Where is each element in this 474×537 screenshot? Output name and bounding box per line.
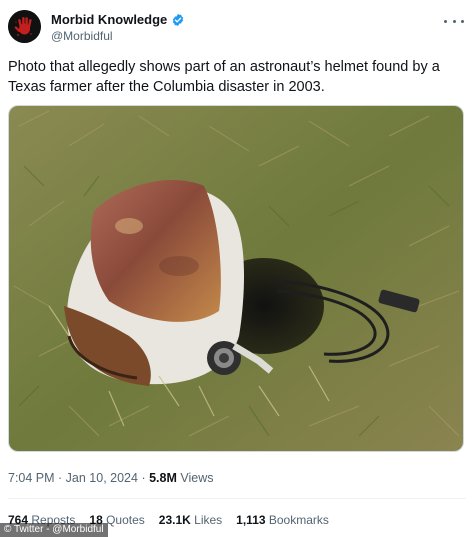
more-options-button[interactable] (444, 14, 464, 28)
bookmarks-stat[interactable]: 1,113 Bookmarks (236, 513, 329, 527)
avatar[interactable] (8, 10, 41, 43)
divider (8, 498, 466, 499)
bookmarks-label: Bookmarks (265, 513, 329, 527)
views-label: Views (176, 471, 214, 485)
quotes-label: Quotes (102, 513, 145, 527)
author-name[interactable]: Morbid Knowledge (51, 12, 167, 27)
author-handle[interactable]: @Morbidful (51, 29, 113, 43)
tweet-text: Photo that allegedly shows part of an as… (8, 59, 440, 95)
likes-stat[interactable]: 23.1K Likes (159, 513, 222, 527)
likes-count: 23.1K (158, 513, 191, 527)
meta-separator: · (137, 471, 150, 485)
more-dot-icon (461, 19, 464, 23)
views-count: 5.8M (149, 471, 177, 485)
tweet-header: Morbid Knowledge @Morbidful (8, 10, 466, 46)
tweet-card: Morbid Knowledge @Morbidful Photo that a… (0, 0, 474, 537)
verified-badge-icon (173, 13, 184, 26)
more-dot-icon (452, 19, 456, 23)
more-dot-icon (444, 19, 447, 23)
bookmarks-count: 1,113 (236, 513, 266, 527)
tweet-date[interactable]: Jan 10, 2024 (66, 471, 138, 485)
meta-separator: · (54, 471, 66, 485)
helmet-photo-image (9, 106, 463, 451)
watermark: © Twitter - @Morbidful (0, 523, 108, 537)
tweet-meta: 7:04 PM · Jan 10, 2024 · 5.8M Views (8, 471, 213, 485)
red-handprint-icon (8, 10, 41, 43)
author-name-row: Morbid Knowledge (51, 12, 185, 27)
likes-label: Likes (190, 513, 223, 527)
tweet-photo[interactable] (8, 105, 464, 452)
tweet-time[interactable]: 7:04 PM (8, 471, 55, 485)
